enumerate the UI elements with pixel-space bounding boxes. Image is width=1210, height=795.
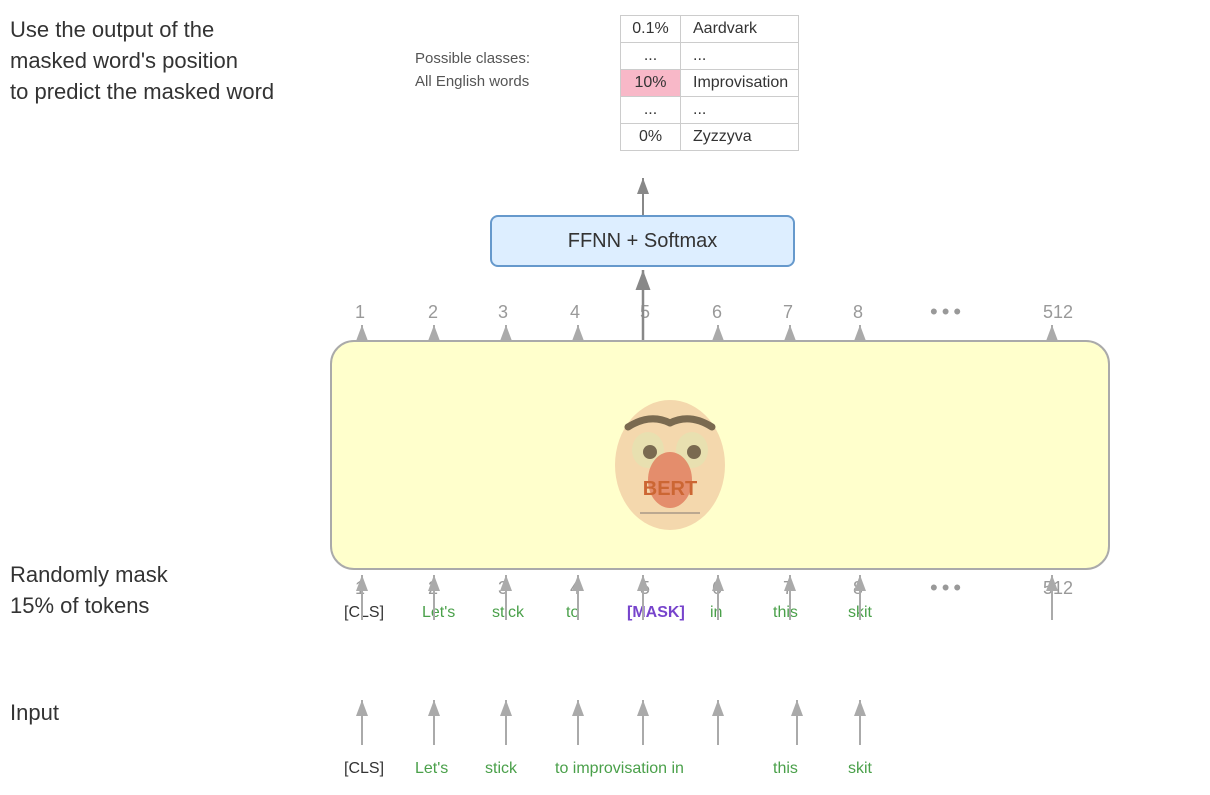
top-num-512: 512 [1043, 302, 1073, 323]
bot-num-8: 8 [853, 578, 863, 599]
token-this: this [773, 604, 798, 622]
bert-face: BERT [590, 355, 750, 535]
bot-num-3: 3 [498, 578, 508, 599]
bot-num-512: 512 [1043, 578, 1073, 599]
prob-cell: 0.1% [621, 16, 681, 43]
input-this: this [773, 760, 798, 778]
top-num-1: 1 [355, 302, 365, 323]
output-table: 0.1%Aardvark......10%Improvisation......… [620, 15, 799, 151]
input-cls: [CLS] [344, 760, 384, 778]
description-top: Use the output of the masked word's posi… [10, 15, 274, 107]
token-cls: [CLS] [344, 604, 384, 622]
top-num-6: 6 [712, 302, 722, 323]
word-cell: Zyzzyva [681, 124, 799, 151]
token-mask: [MASK] [627, 604, 685, 622]
word-cell: ... [681, 43, 799, 70]
input-skit: skit [848, 760, 872, 778]
bot-num-2: 2 [428, 578, 438, 599]
possible-classes-label: Possible classes: All English words [415, 48, 530, 93]
top-num-3: 3 [498, 302, 508, 323]
input-label: Input [10, 700, 59, 726]
token-stick: stick [492, 604, 524, 622]
ffnn-label: FFNN + Softmax [568, 230, 717, 253]
top-num-7: 7 [783, 302, 793, 323]
prob-cell: ... [621, 43, 681, 70]
input-to-improv: to improvisation in [555, 760, 684, 778]
token-lets: Let's [422, 604, 455, 622]
top-num-2: 2 [428, 302, 438, 323]
token-to: to [566, 604, 579, 622]
input-lets: Let's [415, 760, 448, 778]
description-bottom: Randomly mask 15% of tokens [10, 560, 168, 622]
ffnn-box: FFNN + Softmax [490, 215, 795, 267]
input-stick: stick [485, 760, 517, 778]
word-cell: Aardvark [681, 16, 799, 43]
prob-cell: 10% [621, 70, 681, 97]
bot-num-1: 1 [355, 578, 365, 599]
top-num-4: 4 [570, 302, 580, 323]
top-dots: ••• [930, 299, 965, 325]
prob-cell: ... [621, 97, 681, 124]
prob-cell: 0% [621, 124, 681, 151]
bot-num-5: 5 [640, 578, 650, 599]
token-in: in [710, 604, 722, 622]
word-cell: Improvisation [681, 70, 799, 97]
top-num-5: 5 [640, 302, 650, 323]
bot-dots: ••• [930, 575, 965, 601]
bot-num-4: 4 [570, 578, 580, 599]
bot-num-6: 6 [712, 578, 722, 599]
top-num-8: 8 [853, 302, 863, 323]
token-skit: skit [848, 604, 872, 622]
word-cell: ... [681, 97, 799, 124]
svg-text:BERT: BERT [643, 478, 697, 500]
bot-num-7: 7 [783, 578, 793, 599]
